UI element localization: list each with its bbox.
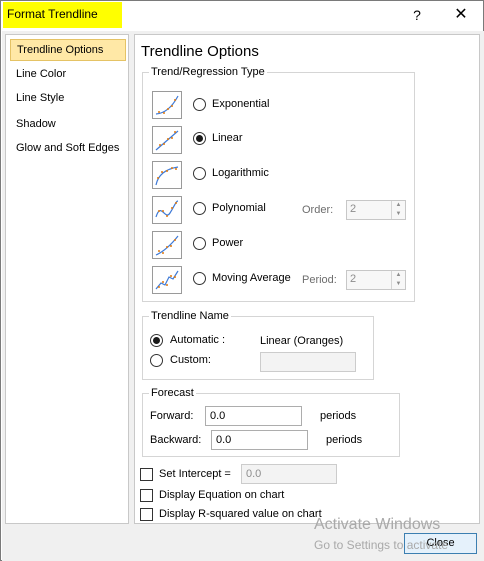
display-rsquared-checkbox[interactable] xyxy=(140,508,153,521)
display-equation-label: Display Equation on chart xyxy=(159,489,285,501)
nav-item-glow-soft-edges[interactable]: Glow and Soft Edges xyxy=(10,137,126,159)
forward-unit: periods xyxy=(320,410,357,422)
trendline-options-panel: Trendline Options Trend/Regression Type … xyxy=(134,34,480,524)
close-button[interactable]: Close xyxy=(404,533,477,554)
trendline-name-legend: Trendline Name xyxy=(149,309,231,323)
forecast-group: Forecast Forward: 0.0 periods Backward: … xyxy=(142,386,400,457)
help-button[interactable]: ? xyxy=(405,4,429,26)
moving-average-trend-icon[interactable] xyxy=(152,266,182,294)
category-nav: Trendline Options Line Color Line Style … xyxy=(5,34,129,524)
panel-title: Trendline Options xyxy=(141,43,259,60)
format-trendline-dialog: Format Trendline ? ✕ Trendline Options L… xyxy=(0,0,484,561)
custom-radio[interactable] xyxy=(150,354,163,367)
exponential-trend-icon[interactable] xyxy=(152,91,182,119)
linear-trend-icon[interactable] xyxy=(152,126,182,154)
custom-name-input[interactable] xyxy=(260,352,356,372)
moving-average-radio[interactable] xyxy=(193,272,206,285)
title-close-button[interactable]: ✕ xyxy=(449,4,473,26)
polynomial-label: Polynomial xyxy=(212,202,266,214)
nav-item-label: Glow and Soft Edges xyxy=(16,142,120,154)
nav-item-line-color[interactable]: Line Color xyxy=(10,63,126,85)
set-intercept-checkbox[interactable] xyxy=(140,468,153,481)
period-spin-arrows-icon[interactable]: ▲ ▼ xyxy=(391,271,405,289)
custom-label: Custom: xyxy=(170,354,211,366)
dialog-title: Format Trendline xyxy=(7,7,98,21)
nav-item-label: Line Style xyxy=(16,92,65,104)
linear-radio[interactable] xyxy=(193,132,206,145)
polynomial-trend-icon[interactable] xyxy=(152,196,182,224)
logarithmic-label: Logarithmic xyxy=(212,167,269,179)
set-intercept-label: Set Intercept = xyxy=(159,468,231,480)
automatic-radio[interactable] xyxy=(150,334,163,347)
period-label: Period: xyxy=(302,274,337,286)
forward-input[interactable]: 0.0 xyxy=(205,406,302,426)
automatic-label: Automatic : xyxy=(170,334,226,346)
backward-unit: periods xyxy=(326,434,363,446)
logarithmic-radio[interactable] xyxy=(193,167,206,180)
nav-item-trendline-options[interactable]: Trendline Options xyxy=(10,39,126,61)
intercept-input[interactable]: 0.0 xyxy=(241,464,337,484)
order-label: Order: xyxy=(302,204,334,216)
nav-item-shadow[interactable]: Shadow xyxy=(10,113,126,135)
exponential-label: Exponential xyxy=(212,98,270,110)
trend-type-group: Trend/Regression Type Exponential Linear… xyxy=(142,65,415,302)
display-rsquared-label: Display R-squared value on chart xyxy=(159,508,322,520)
logarithmic-trend-icon[interactable] xyxy=(152,161,182,189)
exponential-radio[interactable] xyxy=(193,98,206,111)
moving-average-label: Moving Average xyxy=(212,272,291,284)
linear-label: Linear xyxy=(212,132,243,144)
trendline-name-group: Trendline Name Automatic : Linear (Orang… xyxy=(142,309,374,380)
forecast-legend: Forecast xyxy=(149,386,196,400)
forward-label: Forward: xyxy=(150,410,194,422)
nav-item-line-style[interactable]: Line Style xyxy=(10,87,126,109)
period-spinner[interactable]: 2 ▲ ▼ xyxy=(346,270,406,290)
order-spinner[interactable]: 2 ▲ ▼ xyxy=(346,200,406,220)
order-value: 2 xyxy=(350,203,357,215)
title-bar: Format Trendline ? ✕ xyxy=(1,1,483,31)
trend-type-legend: Trend/Regression Type xyxy=(149,65,267,79)
nav-item-label: Trendline Options xyxy=(17,44,104,56)
nav-item-label: Line Color xyxy=(16,68,67,80)
period-value: 2 xyxy=(350,273,357,285)
automatic-name-value: Linear (Oranges) xyxy=(260,335,344,347)
display-equation-checkbox[interactable] xyxy=(140,489,153,502)
power-radio[interactable] xyxy=(193,237,206,250)
order-spin-arrows-icon[interactable]: ▲ ▼ xyxy=(391,201,405,219)
backward-input[interactable]: 0.0 xyxy=(211,430,308,450)
polynomial-radio[interactable] xyxy=(193,202,206,215)
power-label: Power xyxy=(212,237,244,249)
backward-label: Backward: xyxy=(150,434,202,446)
nav-item-label: Shadow xyxy=(16,118,56,130)
power-trend-icon[interactable] xyxy=(152,231,182,259)
